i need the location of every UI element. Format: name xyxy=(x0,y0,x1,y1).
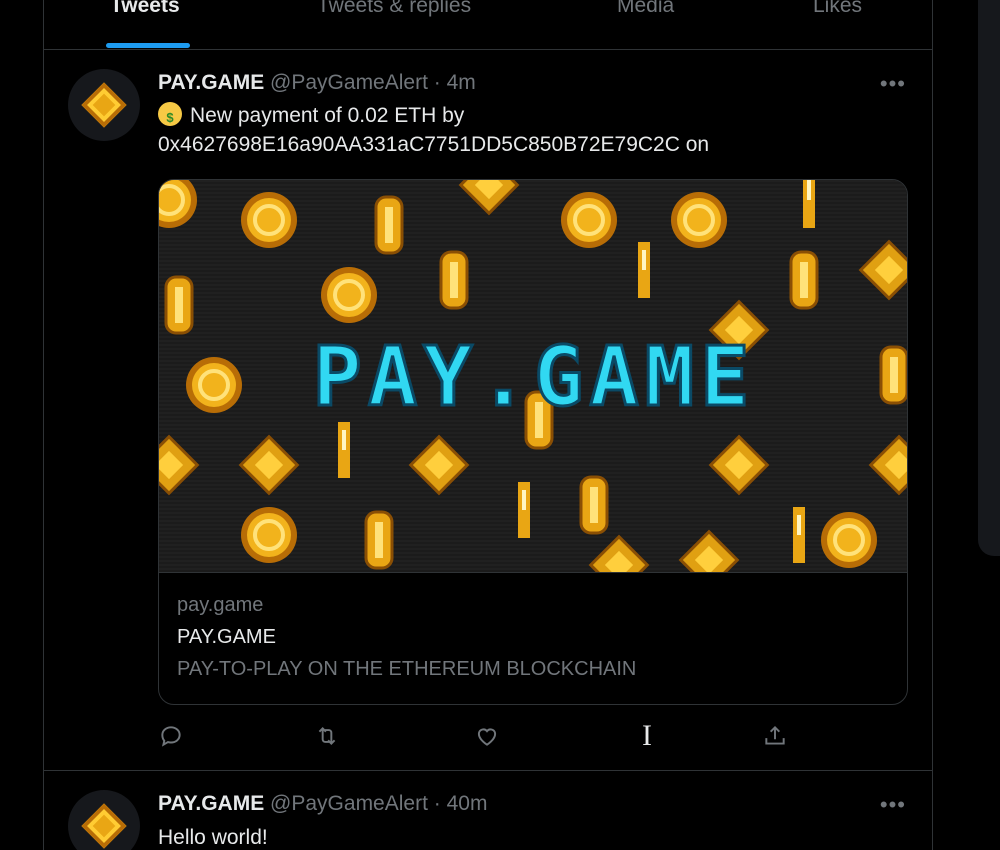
tweet-text: New payment of 0.02 ETH by 0x4627698E16a… xyxy=(158,101,709,159)
card-description: PAY-TO-PLAY ON THE ETHEREUM BLOCKCHAIN xyxy=(177,658,637,680)
active-tab-indicator xyxy=(106,43,190,48)
tab-tweets[interactable]: Tweets xyxy=(110,0,180,18)
coin-icon xyxy=(821,512,877,568)
card-domain: pay.game xyxy=(177,594,264,616)
tweet-actions: I xyxy=(158,719,808,755)
author-name[interactable]: PAY.GAME xyxy=(158,71,264,94)
coin-icon xyxy=(241,507,297,563)
coin-icon xyxy=(186,357,242,413)
coin-icon xyxy=(518,482,530,538)
separator-dot: · xyxy=(433,792,441,815)
separator-dot: · xyxy=(433,71,441,94)
like-icon[interactable] xyxy=(474,723,506,755)
coin-icon xyxy=(439,250,469,310)
money-mouth-face-icon xyxy=(158,102,182,132)
tweet-header: PAY.GAME @PayGameAlert · 4m xyxy=(158,71,476,95)
coin-icon xyxy=(579,475,609,535)
tab-likes[interactable]: Likes xyxy=(813,0,862,18)
coin-icon xyxy=(164,275,194,335)
card-image: PAY.GAME xyxy=(159,180,907,573)
coin-icon xyxy=(803,180,815,228)
avatar[interactable] xyxy=(68,790,140,850)
tab-media[interactable]: Media xyxy=(617,0,674,18)
tweet-text-line-2: 0x4627698E16a90AA331aC7751DD5C850B72E79C… xyxy=(158,133,710,156)
tweet[interactable]: PAY.GAME @PayGameAlert · 4m ••• New paym… xyxy=(44,51,932,771)
tweet-header: PAY.GAME @PayGameAlert · 40m xyxy=(158,792,487,816)
retweet-icon[interactable] xyxy=(314,723,346,755)
coin-icon xyxy=(638,242,650,298)
tab-tweets-and-replies[interactable]: Tweets & replies xyxy=(317,0,471,18)
avatar[interactable] xyxy=(68,69,140,141)
coin-icon xyxy=(561,192,617,248)
coin-icon xyxy=(671,192,727,248)
text-cursor-icon: I xyxy=(642,719,652,752)
profile-tabs: Tweets Tweets & replies Media Likes xyxy=(44,0,932,50)
tweet-text-line-1: Hello world! xyxy=(158,826,268,849)
card-title: PAY.GAME xyxy=(177,626,276,648)
more-options-icon[interactable]: ••• xyxy=(880,792,906,818)
author-handle[interactable]: @PayGameAlert xyxy=(270,792,428,815)
pay-game-logo: PAY.GAME xyxy=(313,330,756,425)
coin-icon xyxy=(81,82,127,128)
coin-icon xyxy=(364,510,394,570)
tweet[interactable]: PAY.GAME @PayGameAlert · 40m ••• Hello w… xyxy=(44,772,932,850)
link-card[interactable]: PAY.GAME pay.game PAY.GAME PAY-TO-PLAY O… xyxy=(158,179,908,705)
reply-icon[interactable] xyxy=(158,723,190,755)
coin-icon xyxy=(793,507,805,563)
coin-icon xyxy=(338,422,350,478)
author-name[interactable]: PAY.GAME xyxy=(158,792,264,815)
coin-icon xyxy=(241,192,297,248)
tweet-time[interactable]: 40m xyxy=(447,792,488,815)
tweet-time[interactable]: 4m xyxy=(447,71,476,94)
scrollbar[interactable] xyxy=(978,0,1000,556)
more-options-icon[interactable]: ••• xyxy=(880,71,906,97)
coin-icon xyxy=(81,803,127,849)
timeline-column: Tweets Tweets & replies Media Likes PAY.… xyxy=(43,0,933,850)
coins-pattern: PAY.GAME xyxy=(159,180,907,572)
author-handle[interactable]: @PayGameAlert xyxy=(270,71,428,94)
share-icon[interactable] xyxy=(762,723,794,755)
coin-icon xyxy=(374,195,404,255)
tweet-text: Hello world! xyxy=(158,823,268,850)
coin-icon xyxy=(789,250,819,310)
tweet-text-line-1: New payment of 0.02 ETH by xyxy=(190,104,465,127)
coin-icon xyxy=(879,345,907,405)
coin-icon xyxy=(321,267,377,323)
